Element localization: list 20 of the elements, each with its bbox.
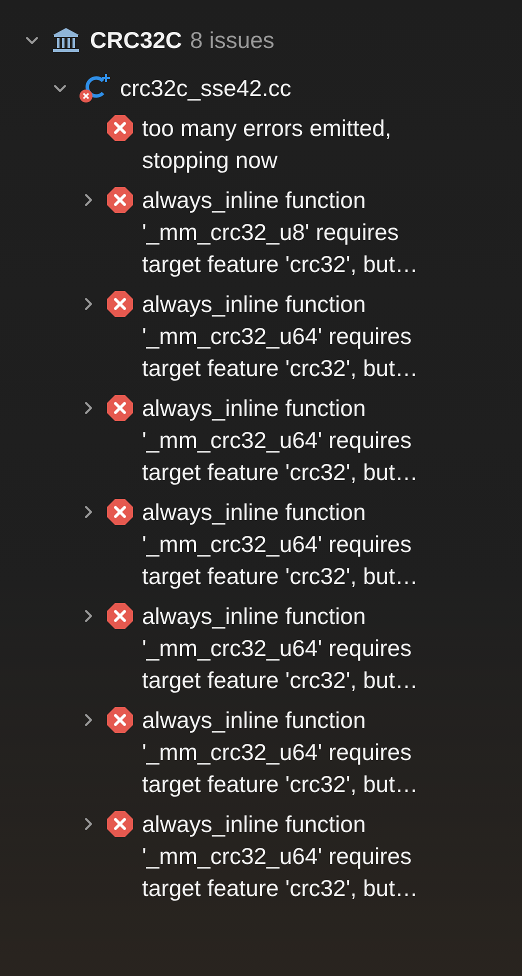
library-icon — [52, 27, 80, 53]
issue-message[interactable]: always_inline function '_mm_crc32_u8' requires target feature 'crc32', but… — [142, 184, 418, 280]
error-icon — [106, 602, 134, 630]
error-icon — [106, 498, 134, 526]
error-icon — [106, 186, 134, 214]
issue-message[interactable]: always_inline function '_mm_crc32_u64' requires target feature 'crc32', but… — [142, 808, 418, 904]
error-icon — [106, 290, 134, 318]
issue-message[interactable]: always_inline function '_mm_crc32_u64' requires target feature 'crc32', but… — [142, 704, 418, 800]
project-name[interactable]: CRC32C — [90, 27, 182, 53]
file-name[interactable]: crc32c_sse42.cc — [120, 72, 292, 104]
issue-message[interactable]: always_inline function '_mm_crc32_u64' requires target feature 'crc32', but… — [142, 288, 418, 384]
issue-message[interactable]: always_inline function '_mm_crc32_u64' requires target feature 'crc32', but… — [142, 600, 418, 696]
cpp-file-error-icon — [78, 72, 112, 104]
error-icon — [106, 706, 134, 734]
error-icon — [106, 114, 134, 142]
issue-count: 8 issues — [190, 27, 274, 53]
error-icon — [106, 394, 134, 422]
issue-message[interactable]: always_inline function '_mm_crc32_u64' requires target feature 'crc32', but… — [142, 392, 418, 488]
issue-message[interactable]: always_inline function '_mm_crc32_u64' requires target feature 'crc32', but… — [142, 496, 418, 592]
error-icon — [106, 810, 134, 838]
